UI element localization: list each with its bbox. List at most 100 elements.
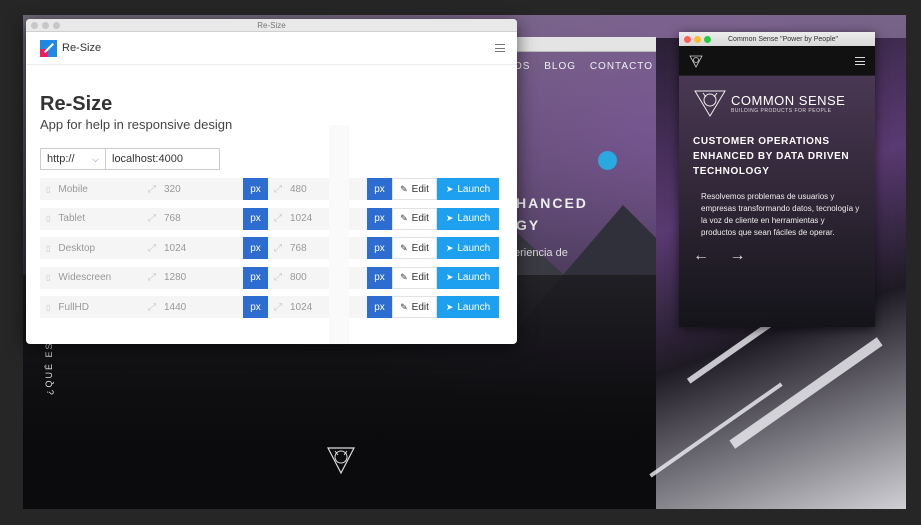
height-unit-button[interactable]: px (367, 178, 392, 200)
width-field[interactable]: ⤢ 1024 (142, 237, 243, 259)
vertical-text: ¿QUÉ ES (44, 341, 54, 395)
host-input[interactable]: localhost:4000 (105, 148, 220, 170)
width-value: 768 (164, 213, 181, 224)
device-name: FullHD (58, 301, 89, 313)
device-name: Mobile (58, 183, 88, 195)
close-icon[interactable] (684, 35, 691, 43)
device-name-field[interactable]: ▯ Desktop (40, 237, 142, 259)
height-value: 768 (290, 242, 307, 254)
cs-body: Resolvemos problemas de usuarios y empre… (701, 192, 860, 237)
resize-arrow-icon: ⤢ (148, 242, 156, 254)
device-row: ▯ Tablet ⤢ 768 px ⤢ 1024 px ✎ Edit ➤ Launch (40, 207, 503, 230)
protocol-select[interactable]: http:// ⌵ (40, 148, 105, 170)
resize-app-window: Re-Size Re-Size Re-Size App for help in … (26, 19, 517, 344)
art-streak (729, 337, 883, 449)
device-name-field[interactable]: ▯ Mobile (40, 178, 142, 200)
edit-button[interactable]: ✎ Edit (392, 178, 437, 200)
edit-label: Edit (411, 183, 429, 195)
height-field[interactable]: ⤢ 1024 (268, 296, 367, 318)
edit-label: Edit (411, 301, 429, 313)
carousel-arrows-icon[interactable]: ← → (693, 247, 861, 265)
background-panel (329, 125, 349, 344)
device-name-field[interactable]: ▯ Tablet (40, 207, 142, 230)
width-value: 1280 (164, 272, 187, 283)
website-titlebar (500, 37, 656, 52)
width-field[interactable]: ⤢ 768 (142, 207, 243, 230)
art-streak (649, 382, 783, 478)
website-window: OS BLOG CONTACTO HANCED GY eriencia de (500, 37, 656, 337)
height-unit-button[interactable]: px (367, 296, 392, 318)
resize-arrow-icon: ⤢ (148, 183, 156, 195)
resize-logo-icon (40, 39, 57, 57)
width-unit-button[interactable]: px (243, 237, 268, 259)
height-unit-button[interactable]: px (367, 237, 392, 259)
cs-titlebar: Common Sense "Power by People" (679, 32, 875, 46)
cs-tagline: BUILDING PRODUCTS FOR PEOPLE (731, 107, 832, 114)
rocket-icon: ➤ (445, 242, 454, 253)
cs-header (679, 46, 875, 76)
pencil-icon: ✎ (400, 301, 408, 312)
launch-label: Launch (457, 272, 491, 283)
width-value: 1440 (164, 301, 187, 313)
width-unit-button[interactable]: px (243, 207, 268, 230)
cs-brand-name: COMMON SENSE (731, 92, 846, 108)
brand: Re-Size (40, 39, 101, 57)
width-unit-button[interactable]: px (243, 266, 268, 289)
launch-label: Launch (457, 242, 491, 254)
edit-button[interactable]: ✎ Edit (392, 266, 437, 289)
website-subtext: eriencia de (514, 247, 568, 259)
minimize-icon[interactable] (694, 35, 701, 43)
nav-link-blog[interactable]: BLOG (544, 61, 576, 72)
height-field[interactable]: ⤢ 800 (268, 266, 367, 289)
wolf-logo-icon (694, 90, 726, 117)
width-field[interactable]: ⤢ 1280 (142, 266, 243, 289)
resize-arrow-icon: ⤢ (274, 242, 282, 254)
device-row: ▯ Mobile ⤢ 320 px ⤢ 480 px ✎ Edit ➤ Launch (40, 178, 503, 200)
maximize-icon[interactable] (704, 35, 711, 43)
edit-label: Edit (411, 213, 429, 224)
page-title: Re-Size (40, 93, 113, 115)
device-name-field[interactable]: ▯ Widescreen (40, 266, 142, 289)
height-field[interactable]: ⤢ 1024 (268, 207, 367, 230)
hamburger-menu-icon[interactable] (855, 56, 865, 65)
cursor-dot (598, 151, 617, 170)
edit-button[interactable]: ✎ Edit (392, 237, 437, 259)
device-icon: ▯ (46, 302, 51, 312)
width-value: 1024 (164, 242, 187, 254)
pencil-icon: ✎ (400, 242, 408, 253)
pencil-icon: ✎ (400, 183, 408, 194)
common-sense-window: Common Sense "Power by People" COMMON SE… (679, 32, 875, 327)
height-field[interactable]: ⤢ 480 (268, 178, 367, 200)
launch-button[interactable]: ➤ Launch (437, 237, 499, 259)
hamburger-menu-icon[interactable] (495, 44, 505, 52)
width-field[interactable]: ⤢ 320 (142, 178, 243, 200)
launch-button[interactable]: ➤ Launch (437, 207, 499, 230)
device-icon: ▯ (46, 184, 51, 194)
device-icon: ▯ (46, 243, 51, 253)
width-field[interactable]: ⤢ 1440 (142, 296, 243, 318)
device-row: ▯ FullHD ⤢ 1440 px ⤢ 1024 px ✎ Edit ➤ Launch (40, 296, 503, 318)
height-unit-button[interactable]: px (367, 207, 392, 230)
edit-button[interactable]: ✎ Edit (392, 296, 437, 318)
protocol-value: http:// (47, 153, 75, 165)
resize-arrow-icon: ⤢ (148, 272, 156, 283)
launch-button[interactable]: ➤ Launch (437, 266, 499, 289)
edit-button[interactable]: ✎ Edit (392, 207, 437, 230)
width-unit-button[interactable]: px (243, 296, 268, 318)
height-unit-button[interactable]: px (367, 266, 392, 289)
resize-arrow-icon: ⤢ (148, 213, 156, 224)
launch-button[interactable]: ➤ Launch (437, 178, 499, 200)
height-value: 800 (290, 272, 307, 283)
resize-arrow-icon: ⤢ (274, 183, 282, 195)
cs-headline: CUSTOMER OPERATIONS ENHANCED BY DATA DRI… (693, 136, 850, 177)
height-field[interactable]: ⤢ 768 (268, 237, 367, 259)
width-value: 320 (164, 183, 181, 195)
width-unit-button[interactable]: px (243, 178, 268, 200)
app-titlebar: Re-Size (26, 19, 517, 32)
device-row: ▯ Desktop ⤢ 1024 px ⤢ 768 px ✎ Edit ➤ Launch (40, 237, 503, 259)
nav-link-contacto[interactable]: CONTACTO (590, 61, 653, 72)
wolf-logo-icon[interactable] (689, 54, 703, 68)
rocket-icon: ➤ (445, 301, 454, 312)
launch-button[interactable]: ➤ Launch (437, 296, 499, 318)
device-name-field[interactable]: ▯ FullHD (40, 296, 142, 318)
